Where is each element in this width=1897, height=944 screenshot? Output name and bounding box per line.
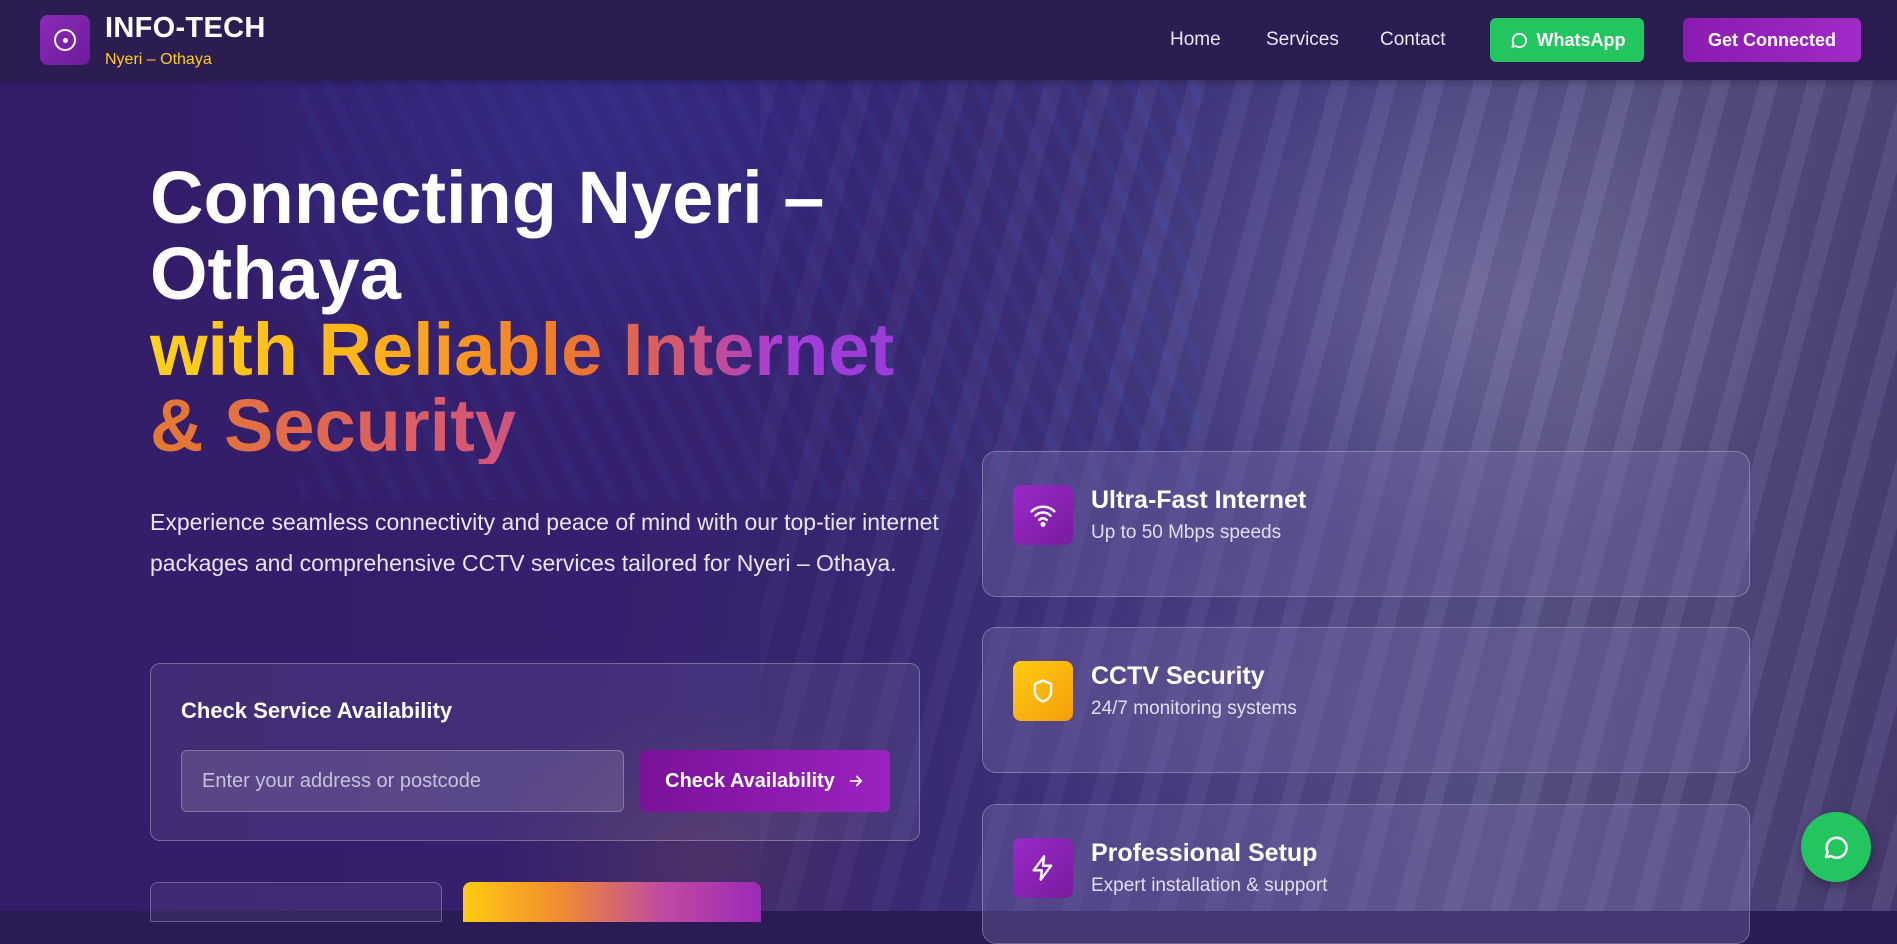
feature-card-cctv[interactable]: CCTV Security 24/7 monitoring systems bbox=[982, 627, 1750, 773]
shield-icon bbox=[1013, 661, 1073, 721]
hero-title-line4: & Security bbox=[150, 388, 894, 464]
hero-title-line3: with Reliable Internet bbox=[150, 308, 895, 391]
hero-title: Connecting Nyeri – Othaya with Reliable … bbox=[150, 160, 894, 464]
hero-description: Experience seamless connectivity and pea… bbox=[150, 509, 939, 576]
gradient-button-partial[interactable] bbox=[463, 882, 761, 922]
feature-card-internet[interactable]: Ultra-Fast Internet Up to 50 Mbps speeds bbox=[982, 451, 1750, 597]
availability-title: Check Service Availability bbox=[181, 698, 453, 723]
address-input[interactable] bbox=[181, 750, 624, 812]
availability-box: Check Service Availability Check Availab… bbox=[150, 663, 920, 841]
whatsapp-button[interactable]: WhatsApp bbox=[1490, 18, 1644, 62]
whatsapp-label: WhatsApp bbox=[1536, 29, 1626, 50]
check-availability-button[interactable]: Check Availability bbox=[640, 750, 890, 812]
feature-subtitle: 24/7 monitoring systems bbox=[1091, 698, 1297, 719]
nav-services[interactable]: Services bbox=[1266, 29, 1339, 51]
site-header: INFO-TECH Nyeri – Othaya Home Services C… bbox=[0, 0, 1897, 80]
arrow-right-icon bbox=[849, 775, 862, 787]
feature-title: CCTV Security bbox=[1091, 662, 1265, 690]
feature-title: Professional Setup bbox=[1091, 839, 1318, 867]
feature-subtitle: Expert installation & support bbox=[1091, 875, 1328, 896]
chat-bubble-icon bbox=[1510, 32, 1527, 49]
secondary-box bbox=[150, 882, 442, 922]
wifi-icon bbox=[1013, 485, 1073, 545]
logo-icon[interactable] bbox=[40, 15, 90, 65]
nav-home[interactable]: Home bbox=[1170, 29, 1221, 51]
feature-title: Ultra-Fast Internet bbox=[1091, 486, 1307, 514]
chat-bubble-icon bbox=[1824, 836, 1848, 859]
lightning-icon bbox=[1013, 838, 1073, 898]
get-connected-button[interactable]: Get Connected bbox=[1683, 18, 1861, 62]
brand-title[interactable]: INFO-TECH bbox=[105, 12, 266, 45]
hero-title-line1: Connecting Nyeri – bbox=[150, 156, 825, 239]
check-availability-label: Check Availability bbox=[665, 769, 835, 792]
brand-subtitle: Nyeri – Othaya bbox=[105, 51, 212, 68]
feature-card-setup[interactable]: Professional Setup Expert installation &… bbox=[982, 804, 1750, 944]
hero-title-line2: Othaya bbox=[150, 232, 401, 315]
feature-subtitle: Up to 50 Mbps speeds bbox=[1091, 522, 1282, 543]
nav-contact[interactable]: Contact bbox=[1380, 29, 1445, 51]
chat-fab-button[interactable] bbox=[1801, 812, 1871, 882]
